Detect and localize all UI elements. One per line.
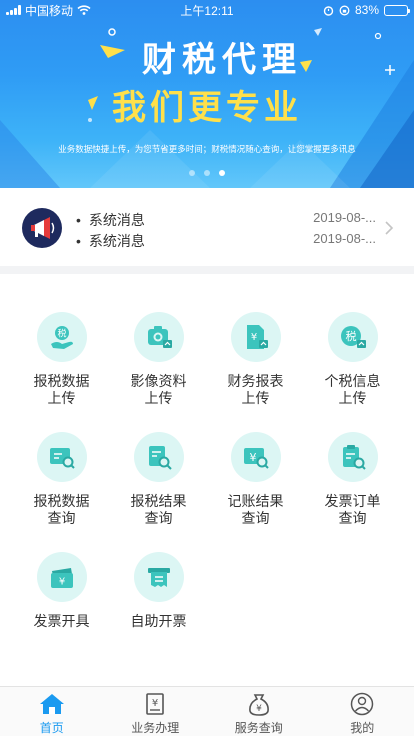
service-bookkeeping-result-query[interactable]: ¥ 记账结果 查询 — [207, 432, 304, 527]
megaphone-icon — [22, 208, 62, 248]
notice-date: 2019-08-... — [313, 231, 376, 246]
service-label: 记账结果 查询 — [227, 493, 284, 526]
app-screen: 财税代理 我们更专业 业务数据快捷上传，为您节省更多时间；财税情况随心查询，让您… — [0, 0, 414, 736]
bottom-tab-bar: 首页 ¥ 业务办理 ¥ 服务查询 我的 — [0, 686, 414, 736]
status-bar: 中国移动 上午12:11 83% — [0, 0, 414, 20]
service-label: 报税结果 查询 — [130, 493, 187, 526]
money-bag-icon: ¥ — [248, 694, 269, 716]
tab-label: 首页 — [39, 721, 64, 735]
service-label: 报税数据 查询 — [33, 493, 90, 526]
service-personal-tax-upload[interactable]: 税 个税信息 上传 — [304, 312, 401, 407]
carousel-dot[interactable] — [189, 170, 195, 176]
service-invoice-issue[interactable]: ¥ 发票开具 — [13, 552, 110, 630]
service-label: 报税数据 上传 — [33, 373, 90, 406]
carousel-dot[interactable] — [204, 170, 210, 176]
svg-text:税: 税 — [57, 328, 66, 340]
svg-text:¥: ¥ — [249, 451, 256, 464]
tax-result-query-icon — [133, 432, 184, 482]
yuan-receipt-icon: ¥ — [146, 693, 165, 715]
invoice-order-query-icon — [327, 432, 378, 482]
invoice-issue-icon: ¥ — [36, 552, 87, 602]
service-label: 个税信息 上传 — [324, 373, 381, 406]
camera-upload-icon — [133, 312, 184, 362]
tab-service-query[interactable]: ¥ 服务查询 — [207, 687, 311, 736]
tab-home[interactable]: 首页 — [0, 687, 104, 736]
notice-item[interactable]: 系统消息 2019-08-... — [76, 231, 376, 252]
svg-text:¥: ¥ — [58, 577, 64, 588]
tax-upload-icon: 税 — [36, 312, 87, 362]
notice-text: 系统消息 — [76, 231, 145, 252]
service-label: 影像资料 上传 — [130, 373, 187, 406]
notice-item[interactable]: 系统消息 2019-08-... — [76, 210, 376, 231]
service-label: 财务报表 上传 — [227, 373, 284, 406]
service-invoice-order-query[interactable]: 发票订单 查询 — [304, 432, 401, 527]
signal-icon — [6, 5, 21, 15]
self-invoice-icon — [133, 552, 184, 602]
tax-query-icon — [36, 432, 87, 482]
tab-label: 业务办理 — [131, 721, 180, 735]
service-tax-data-upload[interactable]: 税 报税数据 上传 — [13, 312, 110, 407]
battery-icon — [384, 4, 410, 16]
chevron-right-icon[interactable] — [384, 221, 394, 235]
battery-percent: 83% — [354, 3, 379, 17]
alarm-icon — [323, 5, 334, 16]
service-tax-result-query[interactable]: 报税结果 查询 — [110, 432, 207, 527]
promo-banner[interactable]: 财税代理 我们更专业 业务数据快捷上传，为您节省更多时间；财税情况随心查询，让您… — [0, 0, 414, 188]
tab-label: 我的 — [350, 721, 375, 735]
svg-text:税: 税 — [345, 329, 356, 343]
home-icon — [39, 694, 64, 714]
report-upload-icon: ¥ — [230, 312, 281, 362]
tab-label: 服务查询 — [234, 721, 283, 735]
tab-profile[interactable]: 我的 — [311, 687, 414, 736]
service-grid: 税 报税数据 上传 影像资料 上传 ¥ 财务报表 上传 税 个税信息 上传 报税… — [0, 274, 414, 686]
personal-tax-upload-icon: 税 — [327, 312, 378, 362]
bookkeeping-query-icon: ¥ — [230, 432, 281, 482]
service-label: 自助开票 — [130, 613, 187, 629]
svg-text:¥: ¥ — [250, 332, 256, 343]
service-tax-data-query[interactable]: 报税数据 查询 — [13, 432, 110, 527]
svg-text:¥: ¥ — [256, 704, 262, 714]
service-self-invoicing[interactable]: 自助开票 — [110, 552, 207, 630]
svg-text:¥: ¥ — [152, 698, 158, 709]
service-label: 发票开具 — [33, 613, 90, 629]
service-label: 发票订单 查询 — [324, 493, 381, 526]
banner-subtitle: 业务数据快捷上传，为您节省更多时间；财税情况随心查询，让您掌握更多讯息 — [58, 144, 356, 154]
rotation-lock-icon — [339, 5, 350, 15]
service-image-upload[interactable]: 影像资料 上传 — [110, 312, 207, 407]
tab-business[interactable]: ¥ 业务办理 — [104, 687, 208, 736]
banner-slogan: 我们更专业 — [112, 89, 302, 127]
carrier-name: 中国移动 — [25, 3, 74, 18]
system-notice-bar[interactable]: 系统消息 2019-08-... 系统消息 2019-08-... — [0, 188, 414, 266]
clock: 上午12:11 — [180, 3, 234, 18]
carousel-dot-active[interactable] — [219, 170, 225, 176]
wifi-icon — [77, 5, 91, 15]
notice-text: 系统消息 — [76, 210, 145, 231]
section-divider — [0, 266, 414, 274]
banner-title: 财税代理 — [142, 41, 302, 79]
user-icon — [351, 692, 374, 716]
notice-date: 2019-08-... — [313, 210, 376, 225]
service-financial-report-upload[interactable]: ¥ 财务报表 上传 — [207, 312, 304, 407]
carousel-indicator[interactable] — [0, 170, 414, 176]
